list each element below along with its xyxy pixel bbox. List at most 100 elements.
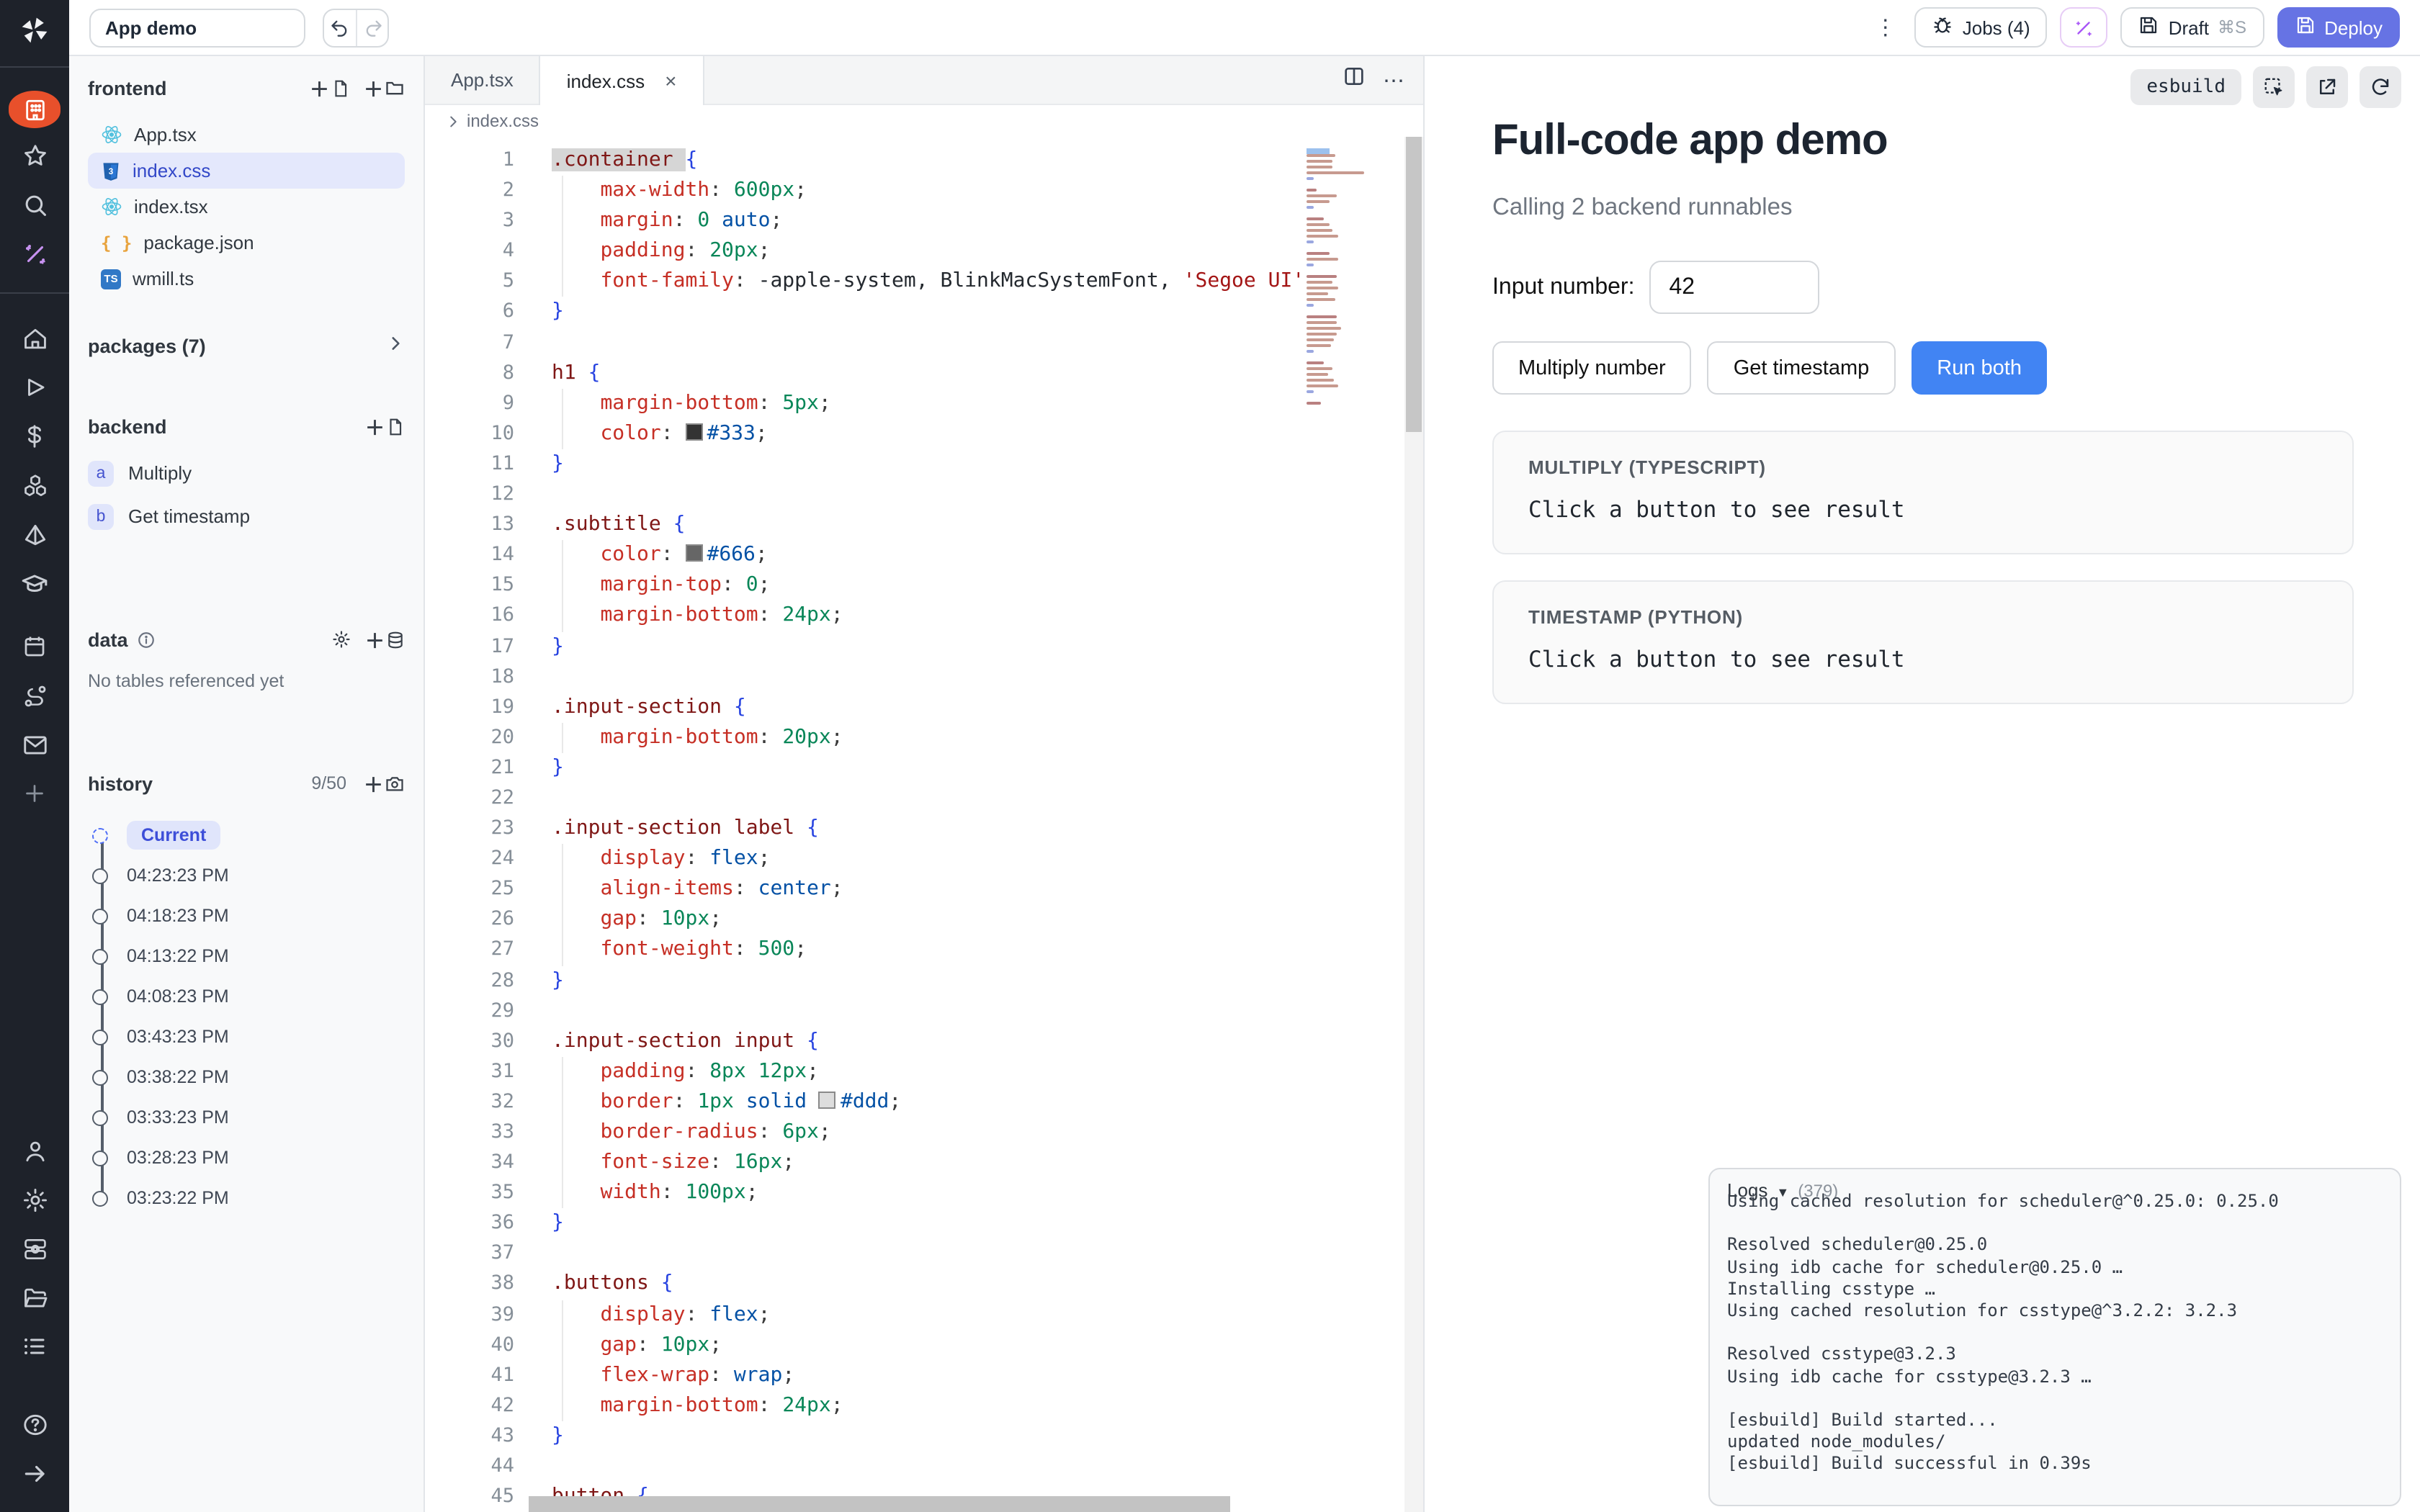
file-name: package.json [143,232,254,253]
close-tab-icon[interactable]: × [665,69,676,92]
number-input[interactable] [1649,261,1819,314]
line-number: 18 [425,662,514,692]
code-line: 33 border-radius: 6px; [425,1117,1423,1148]
logs-output[interactable]: Using cached resolution for scheduler@^0… [1710,1191,2400,1475]
user-icon[interactable] [10,1129,59,1172]
run-both-button[interactable]: Run both [1911,341,2048,395]
runnable-name: Multiply [128,462,192,484]
home-icon[interactable] [10,317,59,360]
code-line: 16 margin-bottom: 24px; [425,601,1423,631]
line-number: 44 [425,1452,514,1482]
packages-row[interactable]: packages (7) [88,334,405,357]
undo-button[interactable] [324,9,356,45]
panel-splitter[interactable] [1420,56,1426,1512]
apps-grid-icon[interactable] [9,91,60,128]
schedules-calendar-icon[interactable] [10,625,59,668]
folders-icon[interactable] [10,1276,59,1319]
history-entry[interactable]: 03:23:22 PM [88,1178,405,1218]
add-plus-icon[interactable] [10,772,59,815]
history-entry[interactable]: 04:13:22 PM [88,936,405,976]
code-content[interactable]: 1.container {2 max-width: 600px;3 margin… [425,137,1423,1512]
code-line: 31 padding: 8px 12px; [425,1057,1423,1087]
editor-horizontal-scrollbar[interactable] [529,1496,1230,1512]
refresh-icon[interactable] [2360,66,2401,108]
mail-icon[interactable] [10,723,59,766]
get-timestamp-button[interactable]: Get timestamp [1708,341,1896,395]
result-card-heading: MULTIPLY (TYPESCRIPT) [1528,456,2318,478]
tab-index-css[interactable]: index.css × [539,56,704,105]
runnable-item-get-timestamp[interactable]: bGet timestamp [88,497,405,536]
input-number-label: Input number: [1492,274,1634,300]
history-timestamp: 04:23:23 PM [127,865,229,886]
search-icon[interactable] [10,183,59,226]
file-item-index-css[interactable]: 3index.css [88,153,405,189]
breadcrumb[interactable]: index.css [425,105,1423,137]
windmill-logo-icon[interactable] [19,14,50,53]
runnable-item-multiply[interactable]: aMultiply [88,454,405,492]
add-table-button[interactable]: ＋ [365,625,405,654]
code-line: 44 [425,1452,1423,1482]
learn-cap-icon[interactable] [10,562,59,605]
history-entry[interactable]: 04:18:23 PM [88,896,405,936]
line-number: 31 [425,1057,514,1087]
history-timestamp: 03:38:22 PM [127,1067,229,1087]
runs-play-icon[interactable] [10,366,59,409]
history-entry[interactable]: 03:33:23 PM [88,1097,405,1138]
jobs-button[interactable]: Jobs (4) [1915,7,2048,48]
history-entry[interactable]: 04:23:23 PM [88,855,405,896]
code-line: 4 padding: 20px; [425,237,1423,267]
multiply-number-button[interactable]: Multiply number [1492,341,1692,395]
data-settings-button[interactable] [331,629,351,649]
code-line: 6} [425,297,1423,328]
pricing-dollar-icon[interactable] [10,415,59,458]
ai-wand-button[interactable] [2061,7,2108,48]
draft-button[interactable]: Draft ⌘S [2121,7,2264,48]
file-item-wmill-ts[interactable]: TSwmill.ts [88,261,405,297]
magic-wand-icon[interactable] [10,232,59,275]
history-section-header: history 9/50 ＋ [88,769,405,798]
help-icon[interactable] [10,1403,59,1446]
history-current-row[interactable]: Current [88,815,405,855]
deploy-button[interactable]: Deploy [2277,7,2400,48]
history-count: 9/50 [311,773,346,793]
line-number: 28 [425,966,514,996]
file-item-app-tsx[interactable]: App.tsx [88,117,405,153]
add-file-button[interactable]: ＋ [310,73,349,102]
redo-button[interactable] [356,9,387,45]
file-item-package-json[interactable]: { }package.json [88,225,405,261]
history-entry[interactable]: 03:38:22 PM [88,1057,405,1097]
collapse-arrow-icon[interactable] [10,1452,59,1495]
editor-more-icon[interactable]: ⋯ [1383,67,1406,93]
variables-pyramid-icon[interactable] [10,513,59,556]
history-timestamp: 03:43:23 PM [127,1027,229,1047]
line-number: 39 [425,1300,514,1330]
history-entry[interactable]: 04:08:23 PM [88,976,405,1017]
star-icon[interactable] [10,134,59,177]
line-number: 29 [425,996,514,1026]
add-folder-button[interactable]: ＋ [364,73,405,102]
code-line: 3 margin: 0 auto; [425,206,1423,236]
split-editor-icon[interactable] [1343,65,1366,95]
line-number: 14 [425,540,514,570]
app-title-input[interactable] [89,8,305,47]
line-number: 6 [425,297,514,328]
workers-gear-icon[interactable] [10,1227,59,1270]
add-runnable-button[interactable]: ＋ [365,412,405,441]
settings-gear-icon[interactable] [10,1178,59,1221]
history-marker-icon [92,948,108,964]
line-number: 45 [425,1482,514,1512]
add-snapshot-button[interactable]: ＋ [364,769,405,798]
editor-tab-bar: App.tsx index.css × ⋯ [425,56,1423,105]
line-number: 30 [425,1026,514,1056]
history-entry[interactable]: 03:28:23 PM [88,1138,405,1178]
resources-cubes-icon[interactable] [10,464,59,507]
audit-list-icon[interactable] [10,1325,59,1368]
minimap[interactable] [1301,137,1373,1512]
tab-app-tsx[interactable]: App.tsx [425,56,539,104]
history-entry[interactable]: 03:43:23 PM [88,1017,405,1057]
kebab-menu-icon[interactable]: ⋮ [1869,14,1902,40]
flows-route-icon[interactable] [10,674,59,717]
code-line: 22 [425,783,1423,814]
file-item-index-tsx[interactable]: index.tsx [88,189,405,225]
line-number: 40 [425,1330,514,1360]
